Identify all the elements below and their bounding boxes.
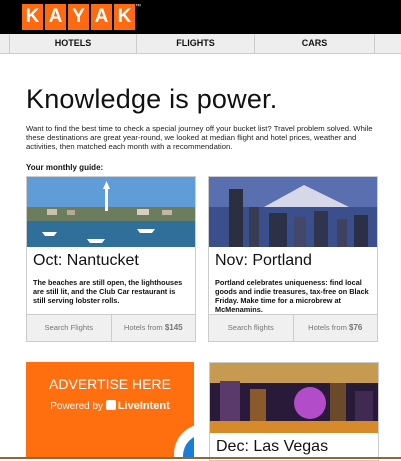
ad-headline: ADVERTISE HERE: [49, 376, 171, 392]
logo-letter: K: [114, 4, 135, 30]
logo-letter: A: [91, 4, 112, 30]
hotel-price: $145: [164, 323, 183, 332]
hotel-price: $76: [349, 323, 363, 332]
hotels-from-label: Hotels from: [123, 323, 165, 332]
intro-text: Want to find the best time to check a sp…: [26, 124, 373, 151]
card-description: Portland celebrates uniqueness: find loc…: [215, 278, 369, 314]
nantucket-photo: [27, 177, 195, 247]
trademark: ™: [135, 4, 141, 10]
tab-cars[interactable]: CARS: [255, 34, 375, 53]
hotels-from-button[interactable]: Hotels from $145: [110, 315, 196, 341]
ad-brand: LiveIntent: [117, 400, 170, 412]
main-nav: HOTELS FLIGHTS CARS: [0, 34, 401, 54]
hotels-from-label: Hotels from: [308, 323, 350, 332]
search-flights-button[interactable]: Search Flights: [27, 315, 111, 341]
destination-card-las-vegas[interactable]: Dec: Las Vegas: [209, 362, 379, 461]
card-footer: Search Flights Hotels from $145: [27, 314, 195, 341]
card-title: Dec: Las Vegas: [216, 438, 329, 455]
page-title: Knowledge is power.: [26, 84, 278, 114]
hotels-from-button[interactable]: Hotels from $76: [292, 315, 378, 341]
card-description: The beaches are still open, the lighthou…: [33, 278, 183, 305]
top-bar: K A Y A K ™: [0, 0, 401, 34]
destination-card-nantucket[interactable]: Oct: Nantucket The beaches are still ope…: [26, 176, 196, 342]
tab-hotels[interactable]: HOTELS: [9, 34, 137, 53]
logo-letter: Y: [68, 4, 89, 30]
guide-heading: Your monthly guide:: [26, 163, 104, 172]
logo-letter: K: [22, 4, 43, 30]
logo-letter: A: [45, 4, 66, 30]
advertisement[interactable]: ADVERTISE HERE Powered by LiveIntent: [26, 362, 194, 459]
destination-card-portland[interactable]: Nov: Portland Portland celebrates unique…: [208, 176, 378, 342]
card-title: Nov: Portland: [215, 252, 312, 269]
ad-powered-prefix: Powered by: [50, 401, 106, 412]
las-vegas-photo: [210, 363, 378, 433]
ad-powered-by: Powered by LiveIntent: [26, 400, 194, 412]
card-title: Oct: Nantucket: [33, 252, 139, 269]
search-flights-button[interactable]: Search flights: [209, 315, 293, 341]
tab-flights[interactable]: FLIGHTS: [137, 34, 255, 53]
liveintent-icon: [105, 400, 116, 410]
portland-photo: [209, 177, 377, 247]
card-footer: Search flights Hotels from $76: [209, 314, 377, 341]
kayak-logo[interactable]: K A Y A K: [22, 4, 135, 30]
